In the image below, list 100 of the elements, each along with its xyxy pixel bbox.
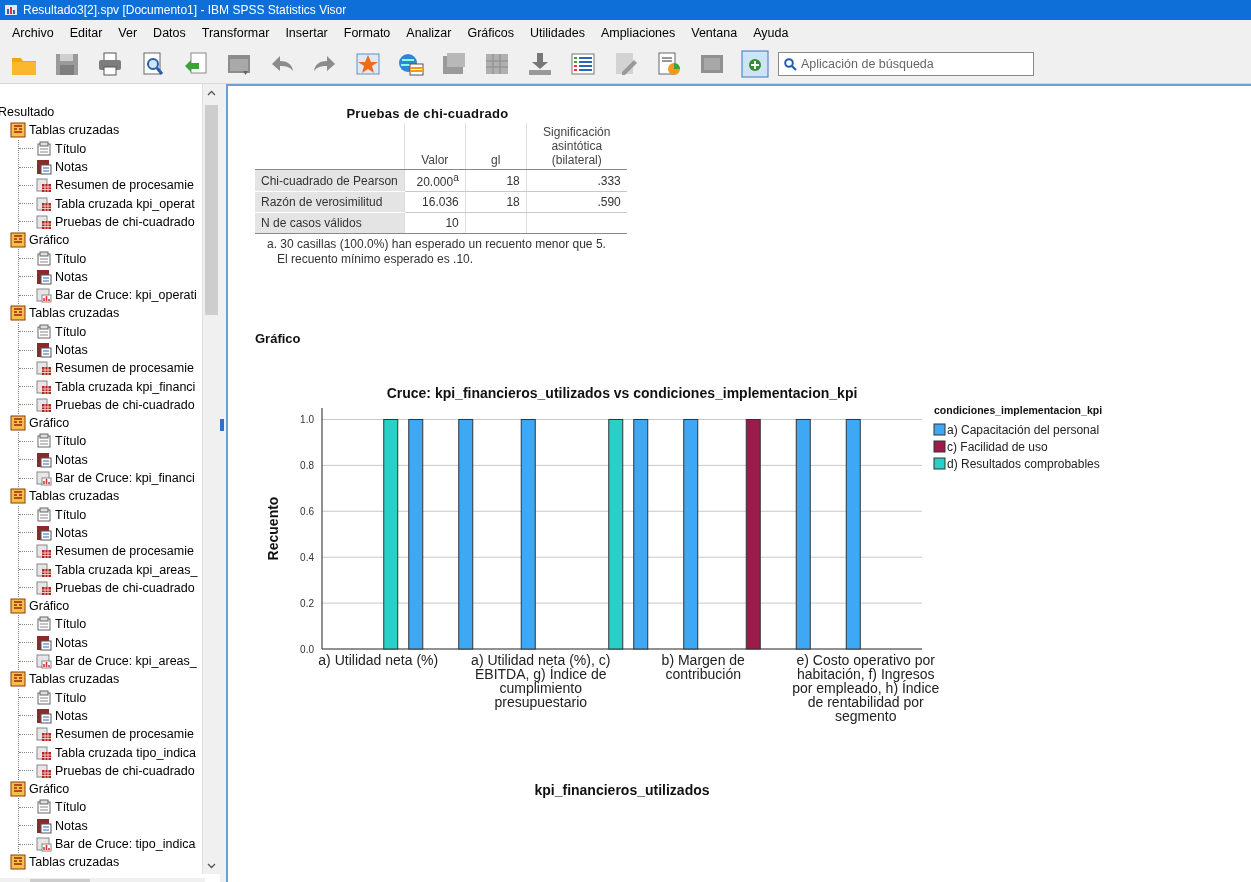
menu-item[interactable]: Utilidades (522, 25, 593, 40)
menu-item[interactable]: Ampliaciones (592, 25, 684, 40)
tree-item[interactable]: Tabla cruzada kpi_operat (55, 196, 195, 211)
tree-item[interactable]: Notas (55, 708, 88, 723)
tree-item[interactable]: Tabla cruzada kpi_areas_ (55, 562, 198, 577)
tree-item[interactable]: Resumen de procesamie (55, 178, 194, 193)
table-page-icon (36, 726, 52, 743)
folder-book-icon (10, 488, 26, 505)
tree-item[interactable]: Pruebas de chi-cuadrado (55, 763, 195, 778)
tree-item[interactable]: Tablas cruzadas (29, 855, 120, 870)
table-page-icon (36, 360, 52, 377)
tree-item[interactable]: Bar de Cruce: kpi_financi (55, 471, 195, 486)
table-cell: .590 (526, 191, 627, 213)
tree-item[interactable]: Notas (55, 269, 88, 284)
tree-item[interactable]: Gráfico (29, 599, 70, 614)
menu-item[interactable]: Archivo (4, 25, 62, 40)
menu-item[interactable]: Ventana (683, 25, 746, 40)
tree-item[interactable]: Resumen de procesamie (55, 544, 194, 559)
menu-item[interactable]: Editar (61, 25, 111, 40)
list-icon[interactable] (569, 50, 597, 78)
tree-item[interactable]: Título (55, 251, 87, 266)
tree-item[interactable]: Notas (55, 160, 88, 175)
tree-item[interactable]: Bar de Cruce: kpi_areas_ (55, 654, 197, 669)
tree-item[interactable]: Tabla cruzada kpi_financi (55, 379, 196, 394)
table-cell: 18 (465, 191, 527, 213)
tree-item[interactable]: Título (55, 434, 87, 449)
plus-icon[interactable] (741, 50, 769, 78)
tree-item[interactable]: Notas (55, 818, 88, 833)
tree-item[interactable]: Título (55, 141, 87, 156)
star-table-icon[interactable] (354, 50, 382, 78)
menu-item[interactable]: Ayuda (745, 25, 797, 40)
chart-page-icon (36, 836, 52, 852)
column-header: gl (465, 123, 527, 170)
table-page-icon (36, 378, 52, 395)
search-field[interactable]: Aplicación de búsqueda (778, 52, 1034, 76)
title-page-icon (36, 250, 52, 267)
menu-item[interactable]: Ver (110, 25, 146, 40)
notes-page-icon (36, 524, 52, 541)
menu-item[interactable]: Gráficos (459, 25, 523, 40)
chevron-down-icon[interactable] (207, 862, 217, 869)
menu-item[interactable]: Analizar (398, 25, 460, 40)
category-label: b) Margen de contribución (661, 653, 745, 682)
table-page-icon (36, 177, 52, 194)
tree-item[interactable]: Notas (55, 343, 88, 357)
tick-label: 1.0 (300, 414, 314, 426)
tree-item[interactable]: Gráfico (29, 782, 70, 797)
tree-item[interactable]: Tablas cruzadas (29, 123, 120, 138)
scrollbar[interactable] (202, 84, 221, 874)
tree-item[interactable]: Pruebas de chi-cuadrado (55, 580, 195, 595)
tree-item[interactable]: Tablas cruzadas (29, 306, 120, 321)
title-page-icon (36, 506, 52, 523)
folder-book-icon (10, 671, 26, 688)
tree-item[interactable]: Título (55, 507, 87, 522)
tree-item[interactable]: Pruebas de chi-cuadrado (55, 214, 195, 229)
tree-item[interactable]: Título (55, 690, 87, 705)
tree-item[interactable]: Título (55, 800, 87, 815)
title-page-icon (36, 799, 52, 816)
folder-book-icon (10, 854, 26, 871)
tree-item[interactable]: Notas (55, 525, 88, 540)
tree-item[interactable]: Título (55, 324, 87, 339)
folder-book-icon (10, 305, 26, 322)
tree-item[interactable]: Gráfico (29, 233, 70, 248)
table-page-icon (36, 396, 52, 413)
table-page-icon (36, 762, 52, 779)
axis-title: Recuento (265, 496, 281, 561)
tree-item[interactable]: Notas (55, 452, 88, 467)
search-icon (784, 58, 797, 71)
menu-item[interactable]: Insertar (277, 25, 336, 40)
tick-label: 0.0 (300, 644, 314, 655)
tree-item[interactable]: Pruebas de chi-cuadrado (55, 397, 195, 412)
menu-item[interactable]: Datos (145, 25, 194, 40)
tree-item[interactable]: Tablas cruzadas (29, 672, 120, 687)
menu-item[interactable]: Formato (335, 25, 399, 40)
download-icon[interactable] (526, 50, 554, 78)
tree-item[interactable]: Bar de Cruce: tipo_indica (55, 837, 196, 851)
scrollbar-thumb[interactable] (205, 105, 219, 315)
tree-item[interactable]: Notas (55, 635, 88, 650)
printer-icon[interactable] (96, 50, 124, 78)
app-icon (4, 3, 18, 17)
tree-item[interactable]: Gráfico (29, 416, 70, 431)
tree-item[interactable]: Tablas cruzadas (29, 489, 120, 504)
table-cell: 16.036 (404, 191, 466, 213)
tree-item[interactable]: Título (55, 617, 87, 632)
category-label: a) Utilidad neta (%), c) EBITDA, g) Índice de cumplimiento presupuestario (471, 653, 611, 710)
tree-item[interactable]: Resumen de procesamie (55, 727, 194, 742)
horizontal-scrollbar[interactable] (0, 878, 205, 882)
chevron-up-icon[interactable] (207, 89, 217, 96)
window-title: Resultado3[2].spv [Documento1] - IBM SPSS Statistics Visor (23, 3, 347, 17)
page-chart-icon[interactable] (655, 50, 683, 78)
folder-book-icon (10, 781, 26, 798)
menu-item[interactable]: Transformar (193, 25, 278, 40)
title-page-icon (36, 616, 52, 633)
tree-item[interactable]: Tabla cruzada tipo_indica (55, 745, 197, 760)
column-header: Significación asintótica (bilateral) (526, 123, 627, 170)
table-page-icon (36, 579, 52, 596)
tree-item[interactable]: Bar de Cruce: kpi_operati (55, 288, 197, 303)
notes-page-icon (36, 342, 52, 358)
row-header: Chi-cuadrado de Pearson (255, 169, 405, 192)
tree-item[interactable]: Resumen de procesamie (55, 361, 194, 376)
legend-label: c) Facilidad de uso (947, 440, 1048, 454)
